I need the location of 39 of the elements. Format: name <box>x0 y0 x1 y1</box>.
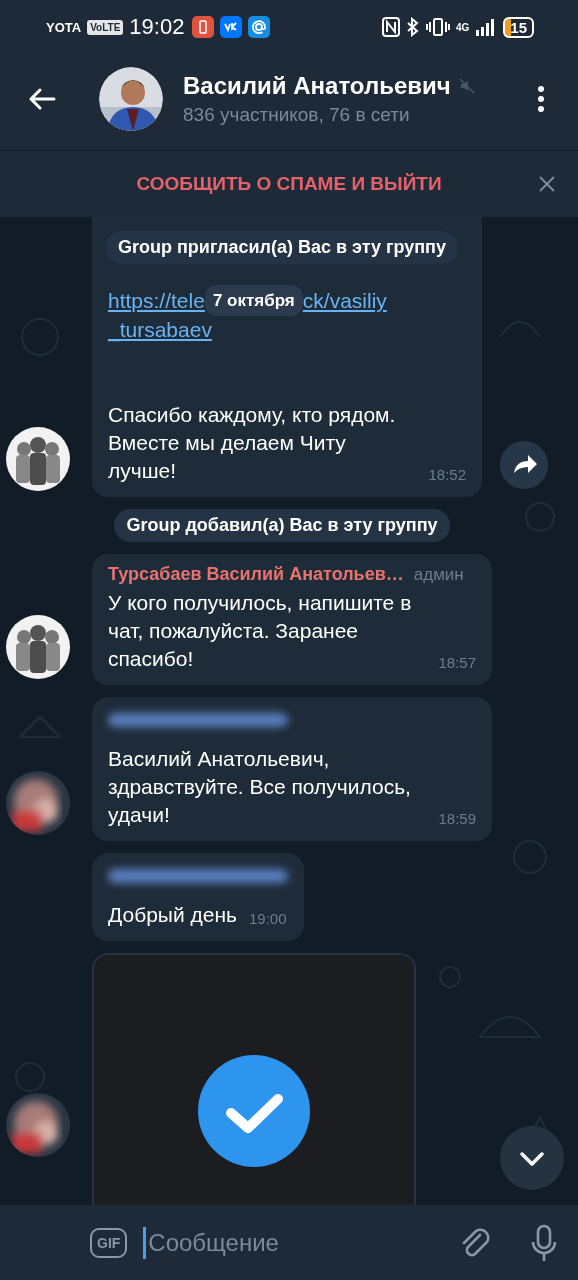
date-label: 7 октября <box>204 285 303 316</box>
more-options-icon[interactable] <box>537 86 545 112</box>
gif-button[interactable]: GIF <box>90 1227 128 1258</box>
network-type: 4G <box>455 21 470 33</box>
link[interactable]: _tursabaev <box>108 316 212 343</box>
back-arrow-icon[interactable] <box>28 87 56 111</box>
vibrate-icon <box>425 17 450 37</box>
volte-badge: VoLTE <box>87 19 124 35</box>
message-time: 19:00 <box>249 909 287 929</box>
link[interactable]: ck/vasiliy <box>302 287 387 314</box>
message-text: Спасибо каждому, кто рядом. Вместе мы делаем Читу лучше! <box>108 402 397 484</box>
service-message: Group пригласил(а) Вас в эту группу <box>106 231 458 264</box>
microphone-icon[interactable] <box>530 1223 558 1262</box>
message-text: У кого получилось, напишите в чат, пожалуйста. Заранее спасибо! <box>108 590 413 672</box>
message-time: 18:52 <box>428 465 466 485</box>
member-count: 836 участников, 76 в сети <box>183 104 411 126</box>
message-field[interactable]: Сообщение <box>143 1226 442 1259</box>
sender-name: Турсабаев Василий Анатольев… <box>108 564 404 585</box>
close-icon[interactable] <box>538 175 556 193</box>
scroll-down-icon[interactable] <box>500 1126 564 1190</box>
message-time: 18:59 <box>438 809 476 829</box>
at-sign-icon <box>248 16 271 38</box>
nfc-icon <box>381 17 400 37</box>
chat-title: Василий Анатольевич <box>183 72 451 100</box>
message-time: 18:57 <box>438 653 476 673</box>
admin-label: админ <box>413 565 464 585</box>
bluetooth-icon <box>405 17 420 37</box>
battery-indicator: 15 <box>503 16 534 38</box>
link[interactable]: https://tele <box>108 287 205 314</box>
message-text: Василий Анатольевич, здравствуйте. Все получилось, удачи! <box>108 746 412 828</box>
vk-app-icon <box>220 16 243 38</box>
checkmark-icon <box>198 1055 310 1167</box>
battery-alert-icon <box>192 16 215 38</box>
media-card[interactable] <box>92 953 416 1205</box>
clock-time: 19:02 <box>129 14 185 40</box>
message-text: Добрый день <box>108 902 237 928</box>
service-message: Group добавил(а) Вас в эту группу <box>114 509 450 542</box>
report-spam-button[interactable]: СООБЩИТЬ О СПАМЕ И ВЫЙТИ <box>132 167 446 201</box>
carrier-name: YOTA <box>46 19 82 35</box>
